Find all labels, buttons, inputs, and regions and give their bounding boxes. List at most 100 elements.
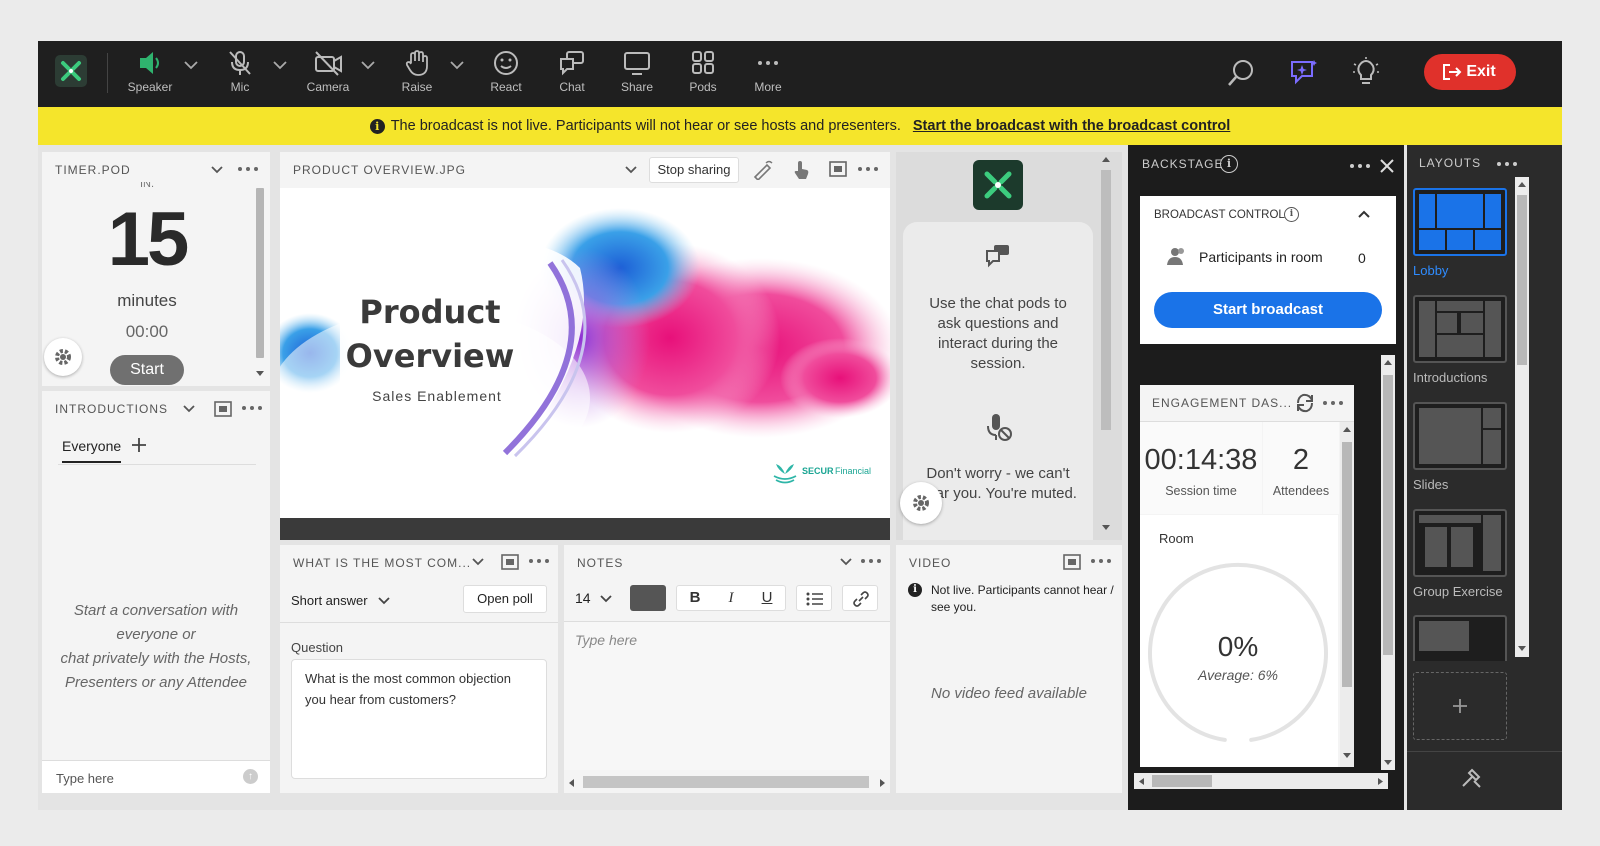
chevron-down-icon[interactable] <box>472 558 484 566</box>
question-textarea[interactable]: What is the most common objection you he… <box>291 659 547 779</box>
layouts-scroll-track[interactable] <box>1515 177 1529 657</box>
mic-button[interactable]: Mic <box>208 49 272 94</box>
react-button[interactable]: React <box>474 49 538 94</box>
layout-introductions-label[interactable]: Introductions <box>1413 370 1487 385</box>
more-options-icon[interactable] <box>857 164 879 174</box>
chat-input[interactable]: Type here ↑ <box>42 760 270 793</box>
search-icon[interactable] <box>1226 58 1256 88</box>
scroll-up-icon[interactable] <box>1383 359 1393 366</box>
tools-icon[interactable] <box>1460 767 1482 789</box>
more-options-icon[interactable] <box>1496 159 1518 169</box>
chevron-up-icon[interactable] <box>1358 210 1370 218</box>
chat-info-scrollbar[interactable] <box>1101 170 1111 430</box>
add-tab-icon[interactable] <box>131 437 147 453</box>
ai-assistant-icon[interactable] <box>1288 56 1320 88</box>
italic-button[interactable]: I <box>713 586 749 610</box>
emoji-icon[interactable]: ↑ <box>243 769 258 784</box>
maximize-icon[interactable] <box>213 400 233 418</box>
chevron-down-icon[interactable] <box>378 597 390 605</box>
timer-scrollbar[interactable] <box>256 188 264 358</box>
layout-lobby-thumb[interactable] <box>1413 188 1507 256</box>
notes-editor[interactable]: Type here <box>564 622 890 770</box>
scroll-left-icon[interactable] <box>1138 777 1145 786</box>
scroll-down-icon[interactable] <box>1342 752 1352 759</box>
scroll-down-icon[interactable] <box>255 370 265 377</box>
chevron-down-icon[interactable] <box>840 558 852 566</box>
speaker-chevron-down-icon[interactable] <box>184 61 198 70</box>
maximize-icon[interactable] <box>828 160 848 178</box>
scroll-down-icon[interactable] <box>1383 759 1393 766</box>
chat-button[interactable]: Chat <box>540 49 604 94</box>
chevron-down-icon[interactable] <box>625 166 637 174</box>
text-color-picker[interactable] <box>630 585 666 611</box>
exit-button[interactable]: Exit <box>1424 54 1516 90</box>
maximize-icon[interactable] <box>1062 553 1082 571</box>
info-icon[interactable]: i <box>1284 207 1299 222</box>
settings-button[interactable] <box>44 338 82 376</box>
close-icon[interactable] <box>1379 158 1395 174</box>
bold-button[interactable]: B <box>677 586 713 610</box>
scroll-thumb[interactable] <box>1342 442 1352 687</box>
raise-hand-button[interactable]: Raise <box>385 49 449 94</box>
maximize-icon[interactable] <box>500 553 520 571</box>
start-broadcast-link[interactable]: Start the broadcast with the broadcast c… <box>913 118 1230 134</box>
lightbulb-icon[interactable] <box>1350 56 1382 88</box>
raise-chevron-down-icon[interactable] <box>450 61 464 70</box>
camera-button[interactable]: Camera <box>296 49 360 94</box>
more-options-icon[interactable] <box>1322 398 1344 408</box>
pointer-hand-icon[interactable] <box>791 159 811 181</box>
chevron-down-icon[interactable] <box>600 595 612 603</box>
layout-introductions-thumb[interactable] <box>1413 295 1507 363</box>
chevron-down-icon[interactable] <box>211 166 223 174</box>
info-icon[interactable]: i <box>1220 155 1238 173</box>
layout-partial-thumb[interactable] <box>1413 615 1507 661</box>
chevron-down-icon[interactable] <box>183 405 195 413</box>
settings-button[interactable] <box>900 482 942 524</box>
more-options-icon[interactable] <box>237 164 259 174</box>
more-options-icon[interactable] <box>1349 161 1371 171</box>
scroll-thumb[interactable] <box>1517 195 1527 365</box>
notes-hscroll[interactable] <box>564 774 890 790</box>
scroll-thumb[interactable] <box>1383 375 1393 655</box>
layout-slides-label[interactable]: Slides <box>1413 477 1448 492</box>
layout-group-exercise-label[interactable]: Group Exercise <box>1413 584 1503 599</box>
scroll-right-icon[interactable] <box>1377 777 1384 786</box>
more-button[interactable]: More <box>736 49 800 94</box>
link-button[interactable] <box>842 585 878 611</box>
layout-lobby-label[interactable]: Lobby <box>1413 263 1448 278</box>
hscroll-thumb[interactable] <box>1152 775 1212 787</box>
stop-sharing-button[interactable]: Stop sharing <box>649 157 739 183</box>
scroll-up-icon[interactable] <box>1342 426 1352 433</box>
hscroll-thumb[interactable] <box>583 776 869 788</box>
add-layout-button[interactable] <box>1413 672 1507 740</box>
font-size-dropdown[interactable]: 14 <box>575 590 591 606</box>
open-poll-button[interactable]: Open poll <box>463 585 547 613</box>
speaker-button[interactable]: Speaker <box>118 49 182 94</box>
scroll-up-icon[interactable] <box>1517 181 1527 188</box>
engagement-scroll-track[interactable] <box>1340 422 1354 767</box>
layout-slides-thumb[interactable] <box>1413 402 1507 470</box>
refresh-icon[interactable] <box>1294 392 1316 414</box>
scroll-right-icon[interactable] <box>879 778 886 788</box>
draw-pen-icon[interactable] <box>752 160 774 180</box>
more-options-icon[interactable] <box>1090 556 1112 566</box>
camera-chevron-down-icon[interactable] <box>361 61 375 70</box>
answer-type-dropdown[interactable]: Short answer <box>291 593 368 608</box>
scroll-down-icon[interactable] <box>1101 524 1111 531</box>
bullet-list-button[interactable] <box>796 585 832 611</box>
layout-group-exercise-thumb[interactable] <box>1413 509 1507 577</box>
underline-button[interactable]: U <box>749 586 785 610</box>
backstage-scroll-track[interactable] <box>1381 355 1395 770</box>
scroll-down-icon[interactable] <box>1517 645 1527 652</box>
more-options-icon[interactable] <box>241 403 263 413</box>
scroll-up-icon[interactable] <box>1101 156 1111 163</box>
mic-chevron-down-icon[interactable] <box>273 61 287 70</box>
tab-everyone[interactable]: Everyone <box>62 438 122 463</box>
pods-button[interactable]: Pods <box>671 49 735 94</box>
more-options-icon[interactable] <box>860 556 882 566</box>
timer-start-button[interactable]: Start <box>110 355 184 385</box>
backstage-hscroll[interactable] <box>1134 773 1388 789</box>
start-broadcast-button[interactable]: Start broadcast <box>1154 292 1382 328</box>
more-options-icon[interactable] <box>528 556 550 566</box>
scroll-left-icon[interactable] <box>568 778 575 788</box>
